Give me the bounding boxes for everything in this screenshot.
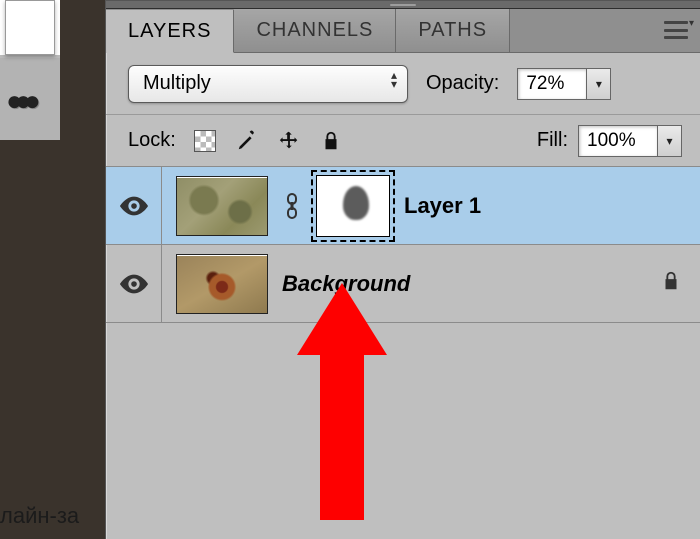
layer-thumbnail[interactable] <box>176 176 268 236</box>
blend-opacity-row: Multiply ▴▾ Opacity: 72% <box>106 53 700 115</box>
visibility-toggle[interactable] <box>106 167 162 244</box>
panel-tabs: LAYERS CHANNELS PATHS <box>106 9 700 53</box>
link-icon[interactable] <box>282 193 302 219</box>
opacity-field[interactable]: 72% <box>517 68 587 100</box>
visibility-toggle[interactable] <box>106 245 162 322</box>
tab-paths[interactable]: PATHS <box>396 9 510 52</box>
brush-stack-icon: ●●● <box>6 85 33 117</box>
panel-drag-grip[interactable] <box>106 1 700 9</box>
layer-thumbnail[interactable] <box>176 254 268 314</box>
select-arrows-icon: ▴▾ <box>391 71 397 89</box>
layer-mask-thumbnail[interactable] <box>316 175 390 237</box>
tab-channels[interactable]: CHANNELS <box>234 9 396 52</box>
layer-name[interactable]: Background <box>282 271 410 297</box>
lock-position-icon[interactable] <box>276 128 302 154</box>
workspace-left-strip: ●●● <box>0 0 60 539</box>
lock-label: Lock: <box>128 129 176 152</box>
layers-panel: LAYERS CHANNELS PATHS Multiply ▴▾ Opacit… <box>105 0 700 539</box>
fill-label: Fill: <box>537 129 568 152</box>
page-caption-fragment: лайн-за <box>0 503 79 529</box>
blend-mode-select[interactable]: Multiply ▴▾ <box>128 65 408 103</box>
lock-pixels-icon[interactable] <box>234 128 260 154</box>
background-lock-icon[interactable] <box>660 269 682 298</box>
lock-transparency-icon[interactable] <box>192 128 218 154</box>
opacity-dropdown-icon[interactable] <box>587 68 611 100</box>
panel-menu-icon[interactable] <box>662 21 690 39</box>
layer-row[interactable]: Background <box>106 245 700 323</box>
layer-row[interactable]: Layer 1 <box>106 167 700 245</box>
blend-mode-value: Multiply <box>143 72 211 95</box>
fill-dropdown-icon[interactable] <box>658 125 682 157</box>
fill-field[interactable]: 100% <box>578 125 658 157</box>
opacity-label: Opacity: <box>426 72 499 95</box>
layers-list: Layer 1 Background <box>106 167 700 323</box>
layer-name[interactable]: Layer 1 <box>404 193 481 219</box>
mask-content-icon <box>343 186 369 220</box>
lock-all-icon[interactable] <box>318 128 344 154</box>
lock-fill-row: Lock: Fill: 100% <box>106 115 700 167</box>
document-thumbnail[interactable] <box>5 0 55 55</box>
tab-layers[interactable]: LAYERS <box>106 10 234 53</box>
